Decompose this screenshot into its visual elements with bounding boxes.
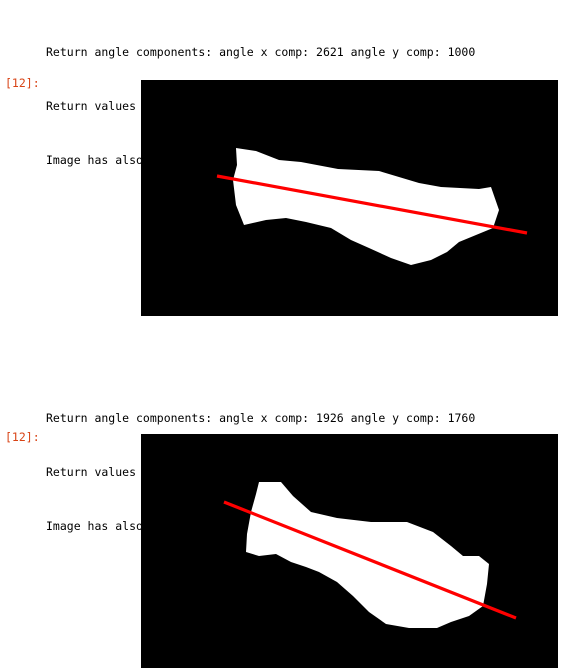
output-image-1 (141, 80, 558, 316)
execution-prompt-1: [12]: (5, 76, 40, 90)
output-image-2 (141, 434, 558, 668)
execution-prompt-2: [12]: (5, 430, 40, 444)
stdout-line-angle-components: Return angle components: angle x comp: 2… (46, 45, 476, 59)
image-canvas-2 (141, 434, 558, 668)
stdout-line-angle-components: Return angle components: angle x comp: 1… (46, 411, 476, 425)
image-canvas-1 (141, 80, 558, 316)
